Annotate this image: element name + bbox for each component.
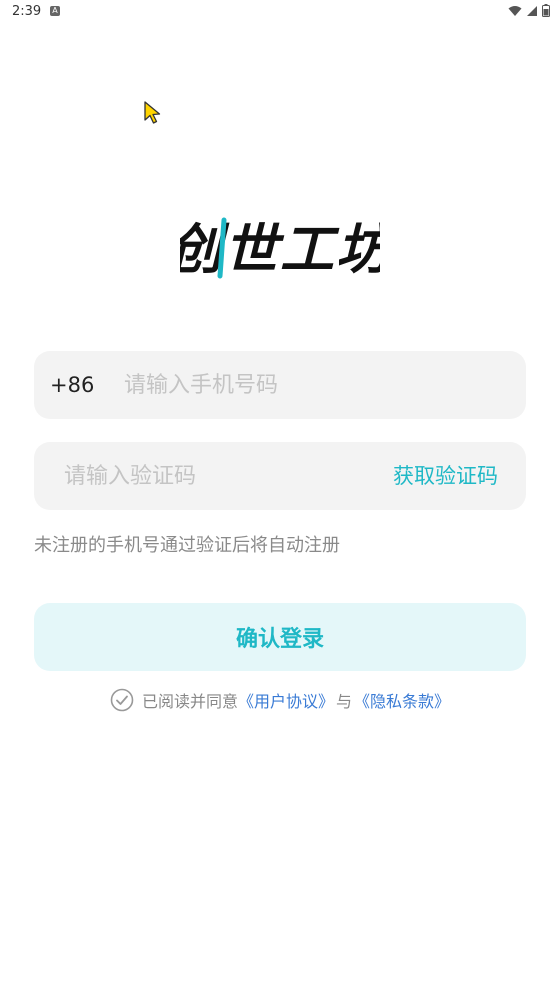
privacy-policy-link[interactable]: 《隐私条款》: [354, 688, 450, 712]
get-code-button[interactable]: 获取验证码: [393, 442, 498, 510]
phone-field: +86: [34, 351, 526, 419]
agreement-prefix: 已阅读并同意: [141, 692, 238, 711]
mouse-cursor-icon: [144, 101, 161, 124]
agreement-conjunction: 与: [336, 692, 353, 711]
cell-signal-icon: [527, 5, 537, 16]
status-time: 2:39: [12, 4, 42, 19]
status-bar: 2:39 A: [0, 0, 560, 24]
status-icons: [508, 4, 550, 17]
user-agreement-link[interactable]: 《用户协议》: [238, 688, 334, 712]
code-field: 获取验证码: [34, 442, 526, 510]
agreement-row: 已阅读并同意 《用户协议》 与 《隐私条款》: [0, 688, 560, 712]
confirm-login-button[interactable]: 确认登录: [34, 603, 526, 671]
wifi-icon: [508, 5, 522, 16]
logo-graphic: 创世工坊: [168, 217, 396, 281]
logo-text: 创世工坊: [180, 218, 380, 281]
phone-input[interactable]: [124, 351, 504, 419]
country-code[interactable]: +86: [50, 351, 94, 419]
app-logo: 创世工坊: [168, 210, 396, 282]
check-circle-icon[interactable]: [110, 688, 134, 712]
notification-icon: A: [50, 6, 60, 16]
login-screen: 2:39 A 创世工坊 +86: [0, 0, 560, 997]
battery-icon: [542, 4, 550, 17]
verification-code-input[interactable]: [64, 442, 364, 510]
auto-register-hint: 未注册的手机号通过验证后将自动注册: [34, 535, 340, 556]
